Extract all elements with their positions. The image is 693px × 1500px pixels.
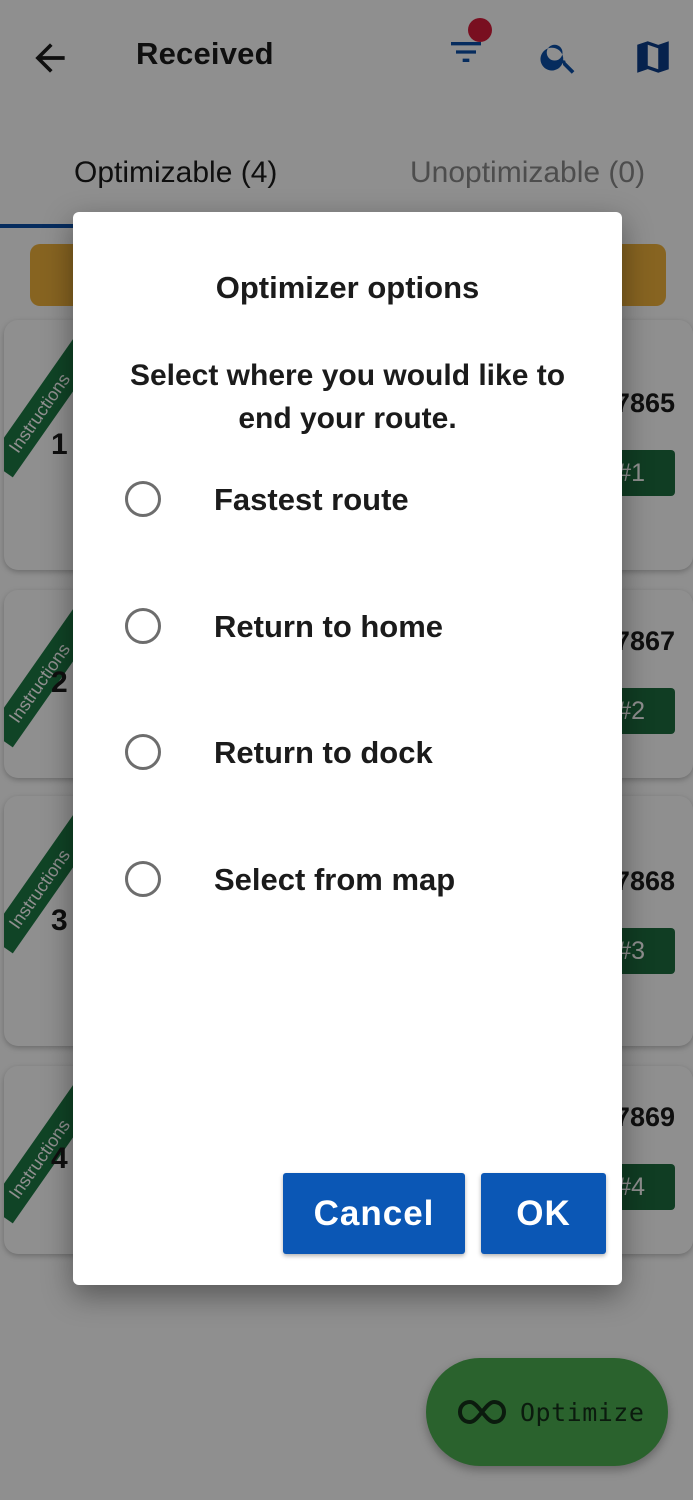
option-label: Return to dock	[214, 735, 433, 770]
option-label: Fastest route	[214, 482, 409, 517]
radio-button[interactable]	[125, 608, 161, 644]
option-fastest-route[interactable]: Fastest route	[123, 466, 583, 536]
radio-button[interactable]	[125, 481, 161, 517]
option-select-from-map[interactable]: Select from map	[123, 846, 583, 916]
option-return-to-home[interactable]: Return to home	[123, 593, 583, 663]
dialog-title: Optimizer options	[215, 270, 480, 305]
option-return-to-dock[interactable]: Return to dock	[123, 719, 583, 789]
optimizer-options-dialog: Optimizer options Select where you would…	[73, 212, 622, 1285]
option-label: Select from map	[214, 862, 456, 897]
ok-button[interactable]: OK	[481, 1173, 606, 1254]
option-label: Return to home	[214, 609, 444, 644]
cancel-button[interactable]: Cancel	[283, 1173, 465, 1254]
radio-button[interactable]	[125, 734, 161, 770]
dialog-message: Select where you would like to end your …	[129, 359, 566, 435]
radio-button[interactable]	[125, 861, 161, 897]
